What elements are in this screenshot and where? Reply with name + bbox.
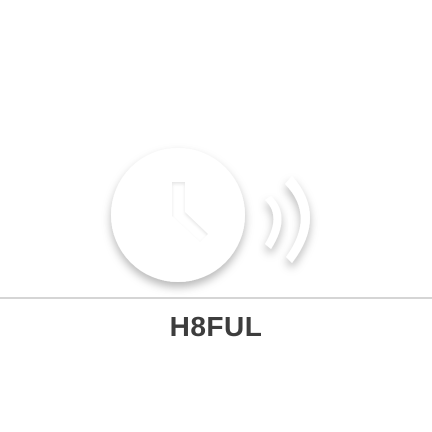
sound-waves-icon bbox=[265, 176, 310, 263]
logo-graphic bbox=[111, 148, 310, 282]
splash-screen: H8FUL bbox=[0, 0, 432, 432]
divider-line bbox=[0, 297, 432, 299]
app-logo bbox=[108, 140, 328, 290]
app-title: H8FUL bbox=[169, 311, 263, 342]
clock-icon bbox=[111, 148, 245, 282]
